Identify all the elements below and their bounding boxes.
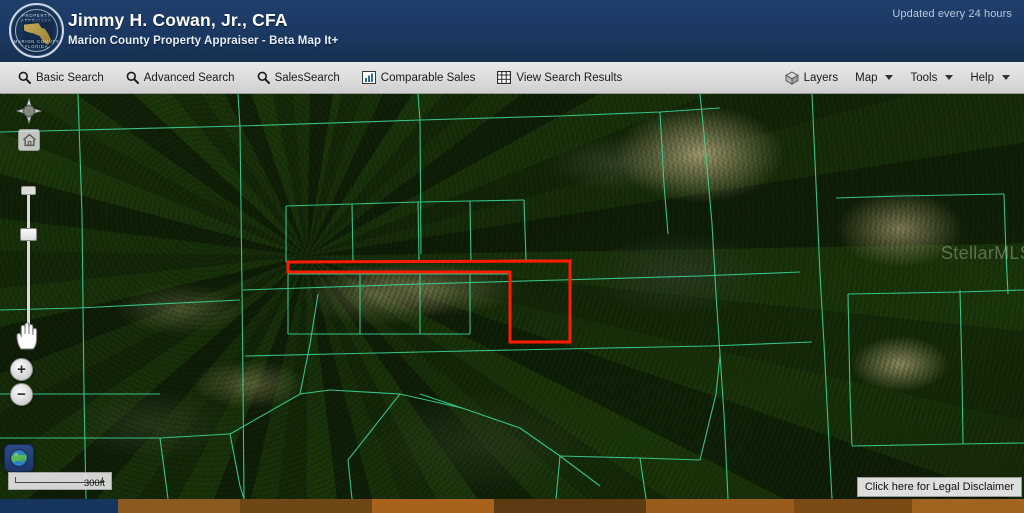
florida-state-seal-icon: PROPERTY APPRAISER MARION COUNTY FLORIDA <box>9 3 64 58</box>
zoom-slider-track[interactable] <box>27 194 30 334</box>
page-subtitle: Marion County Property Appraiser - Beta … <box>68 35 339 47</box>
scale-bar-label: 300ft <box>83 478 105 489</box>
search-icon <box>18 71 31 84</box>
home-extent-button[interactable] <box>18 129 40 151</box>
bottom-bar-segment <box>494 499 646 513</box>
page-title: Jimmy H. Cowan, Jr., CFA <box>68 10 288 30</box>
toolbar-item-sales-search[interactable]: SalesSearch <box>257 71 340 85</box>
toolbar-item-label: View Search Results <box>516 71 623 84</box>
main-toolbar: Basic Search Advanced Search SalesSearch <box>0 62 1024 94</box>
bottom-bar-segment <box>118 499 240 513</box>
map-scale-bar: 300ft <box>8 472 112 490</box>
chevron-down-icon <box>945 75 954 80</box>
bar-chart-icon <box>361 71 376 84</box>
toolbar-item-view-search-results[interactable]: View Search Results <box>497 71 622 85</box>
toolbar-item-label: Map <box>855 71 878 84</box>
zoom-slider-handle[interactable] <box>20 228 37 241</box>
toolbar-item-label: SalesSearch <box>274 71 340 84</box>
seal-text-bottom: MARION COUNTY FLORIDA <box>13 39 60 49</box>
search-icon <box>126 71 139 84</box>
bottom-bar-segment <box>912 499 1024 513</box>
toolbar-menu-map[interactable]: Map <box>855 71 894 85</box>
home-icon <box>22 133 36 147</box>
grid-table-icon <box>497 71 512 84</box>
zoom-slider[interactable] <box>18 184 38 342</box>
zoom-in-button[interactable]: + <box>10 358 33 381</box>
bottom-bar-segment <box>794 499 912 513</box>
map-it-application: PROPERTY APPRAISER MARION COUNTY FLORIDA… <box>0 0 1024 513</box>
toolbar-item-label: Tools <box>910 71 938 84</box>
toolbar-left-group: Basic Search Advanced Search SalesSearch <box>0 71 622 85</box>
toolbar-item-label: Basic Search <box>36 71 104 84</box>
layers-cube-icon <box>784 70 799 85</box>
bottom-bar-segment <box>646 499 794 513</box>
globe-icon <box>10 449 28 467</box>
toolbar-menu-help[interactable]: Help <box>970 71 1010 85</box>
chevron-down-icon <box>1002 75 1010 80</box>
bottom-bar-segment <box>0 499 118 513</box>
compass-rose-icon[interactable] <box>14 96 44 126</box>
basemap-gallery-button[interactable] <box>4 444 34 472</box>
chevron-down-icon <box>885 75 894 80</box>
toolbar-item-label: Help <box>970 71 994 84</box>
updated-note: Updated every 24 hours <box>892 8 1012 20</box>
app-header: PROPERTY APPRAISER MARION COUNTY FLORIDA… <box>0 0 1024 62</box>
header-titles: Jimmy H. Cowan, Jr., CFA Marion County P… <box>68 10 338 49</box>
toolbar-item-label: Advanced Search <box>143 71 235 84</box>
toolbar-menu-tools[interactable]: Tools <box>910 71 954 85</box>
zoom-slider-max-cap[interactable] <box>21 186 36 195</box>
toolbar-item-label: Comparable Sales <box>380 71 476 84</box>
parcel-boundary-lines <box>0 94 1024 499</box>
toolbar-right-group: Layers Map Tools Help <box>784 70 1024 85</box>
parcel-vector-layer <box>0 94 1024 499</box>
toolbar-item-advanced-search[interactable]: Advanced Search <box>126 71 235 85</box>
toolbar-item-comparable-sales[interactable]: Comparable Sales <box>361 71 476 85</box>
plus-icon: + <box>17 361 26 378</box>
hand-cursor-icon <box>14 320 40 350</box>
search-icon <box>257 71 270 84</box>
legal-disclaimer-button[interactable]: Click here for Legal Disclaimer <box>856 477 1022 497</box>
map-canvas[interactable]: + − 300ft StellarMLS Click here for Lega… <box>0 94 1024 499</box>
minus-icon: − <box>17 386 26 403</box>
bottom-bar-segment <box>372 499 494 513</box>
toolbar-item-basic-search[interactable]: Basic Search <box>18 71 104 85</box>
bottom-bar-segment <box>240 499 372 513</box>
toolbar-item-layers[interactable]: Layers <box>784 70 839 85</box>
toolbar-item-label: Layers <box>803 71 839 84</box>
selected-parcel-outline[interactable] <box>286 259 572 344</box>
bottom-color-bar <box>0 499 1024 513</box>
zoom-out-button[interactable]: − <box>10 383 33 406</box>
